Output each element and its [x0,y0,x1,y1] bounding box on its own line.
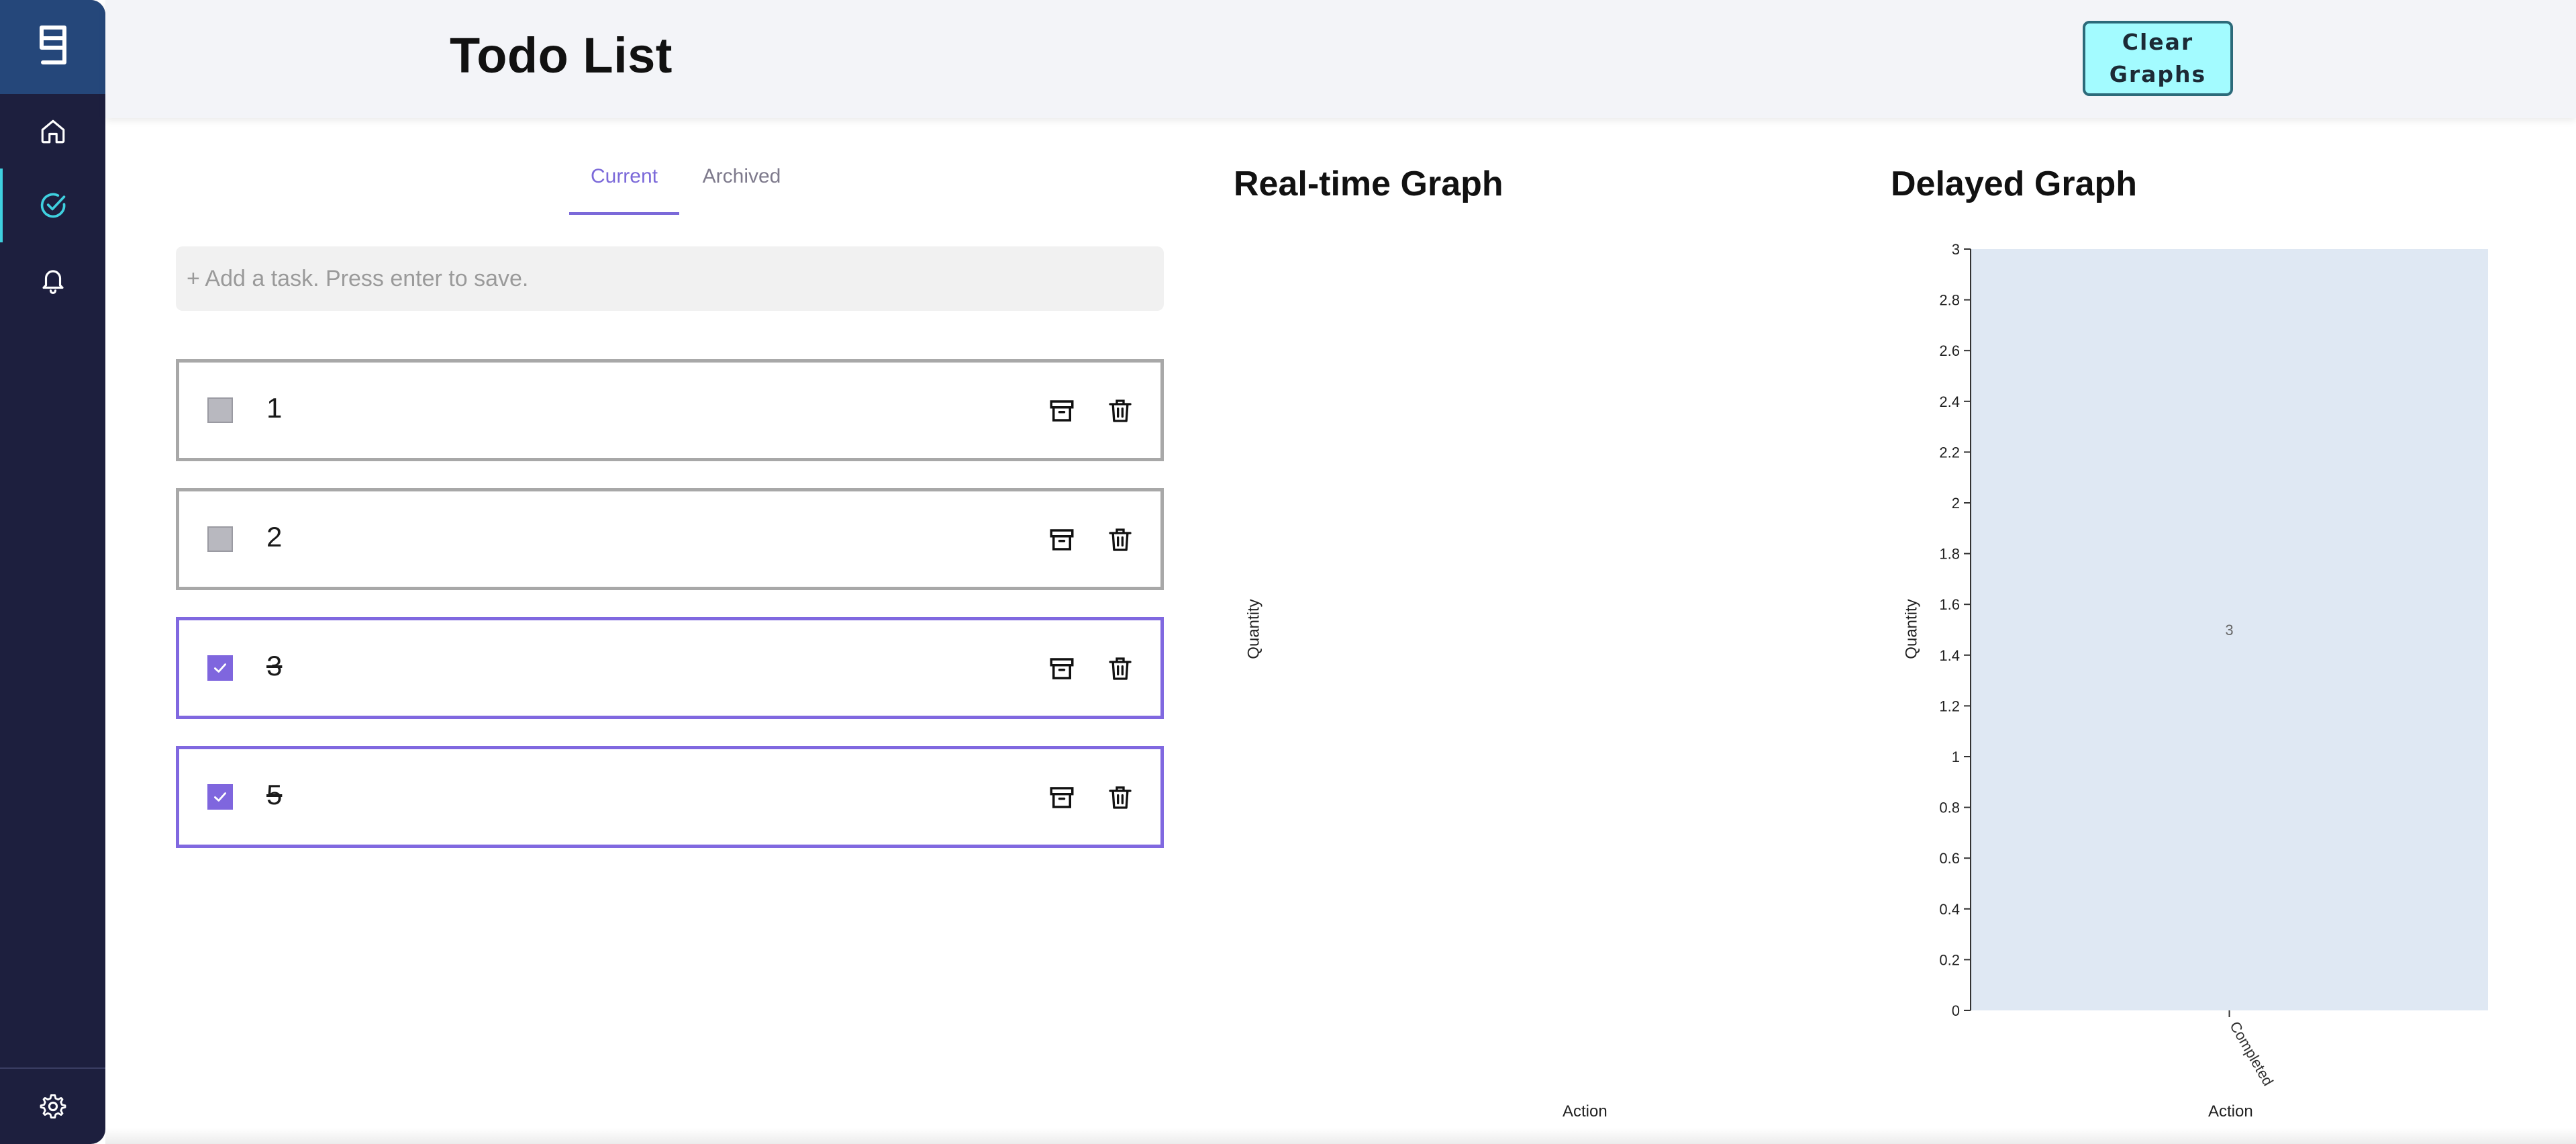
logo[interactable] [0,0,105,94]
bottom-edge [105,1128,2576,1144]
delete-button[interactable] [1104,524,1136,556]
y-tick-label: 2.6 [1939,342,1960,359]
realtime-graph-ylabel: Quantity [1244,599,1263,659]
delete-button[interactable] [1104,395,1136,427]
add-task-input[interactable] [176,246,1164,311]
gear-icon [40,1094,66,1119]
sidebar-divider [0,1067,105,1069]
archive-icon [1050,787,1074,808]
x-tick-label: Completed [2226,1018,2277,1089]
trash-icon [1109,528,1132,551]
y-tick-label: 2.2 [1939,444,1960,461]
y-tick-label: 2.8 [1939,292,1960,309]
todo-checkbox[interactable] [207,526,233,552]
logo-icon [39,26,66,64]
archive-icon [1050,400,1074,422]
todo-text: 3 [266,650,283,681]
archive-button[interactable] [1046,524,1078,556]
delayed-graph-title: Delayed Graph [1891,164,2138,203]
todo-text: 5 [266,779,283,810]
todo-checkbox[interactable] [207,655,233,681]
page-title: Todo List [450,28,673,83]
y-tick-label: 1.6 [1939,596,1960,613]
realtime-graph-xlabel: Action [1563,1102,1607,1121]
todo-item: 3 [176,617,1164,719]
y-tick-label: 1.4 [1939,647,1960,664]
sidebar-item-notifications[interactable] [0,244,105,318]
sidebar-item-settings[interactable] [0,1069,105,1143]
header: Todo List Clear Graphs [105,0,2576,118]
bell-icon [42,270,64,294]
trash-icon [1109,786,1132,809]
y-tick-label: 1 [1952,749,1960,765]
y-tick-label: 0.6 [1939,850,1960,867]
delete-button[interactable] [1104,781,1136,814]
y-tick-label: 1.2 [1939,698,1960,714]
archive-icon [1050,529,1074,551]
todo-text: 2 [266,521,283,553]
home-icon [41,120,64,144]
y-tick-label: 3 [1952,241,1960,258]
todo-checkbox[interactable] [207,397,233,423]
archive-button[interactable] [1046,781,1078,814]
trash-icon [1109,399,1132,422]
check-icon [214,792,226,802]
trash-icon [1109,657,1132,680]
y-tick-label: 2.4 [1939,393,1960,410]
archive-icon [1050,658,1074,679]
archive-button[interactable] [1046,395,1078,427]
delayed-graph-xlabel: Action [2208,1102,2253,1121]
y-tick-label: 0 [1952,1002,1960,1019]
realtime-graph-title: Real-time Graph [1234,164,1503,203]
y-tick-label: 0.4 [1939,901,1960,918]
delete-button[interactable] [1104,653,1136,685]
sidebar-item-todos[interactable] [0,169,105,242]
tab-current[interactable]: Current [569,160,679,215]
tab-archived[interactable]: Archived [691,160,792,215]
archive-button[interactable] [1046,653,1078,685]
y-tick-label: 0.2 [1939,951,1960,968]
todo-checkbox[interactable] [207,784,233,810]
todo-item: 2 [176,488,1164,590]
y-tick-label: 1.8 [1939,546,1960,563]
sidebar-item-home[interactable] [0,95,105,169]
y-tick-label: 0.8 [1939,800,1960,816]
check-icon [214,663,226,673]
data-label: 3 [2225,622,2233,638]
todo-text: 1 [266,392,283,424]
todo-item: 5 [176,746,1164,848]
sidebar [0,0,105,1144]
y-tick-label: 2 [1952,495,1960,512]
check-circle-icon [40,193,65,218]
delayed-graph: 3 Completed 0 0.2 0.4 0.6 0.8 1 1.2 1.4 1.6 1.8 2 2.2… [1939,241,2488,1089]
clear-graphs-button[interactable]: Clear Graphs [2083,21,2233,96]
todo-item: 1 [176,359,1164,461]
